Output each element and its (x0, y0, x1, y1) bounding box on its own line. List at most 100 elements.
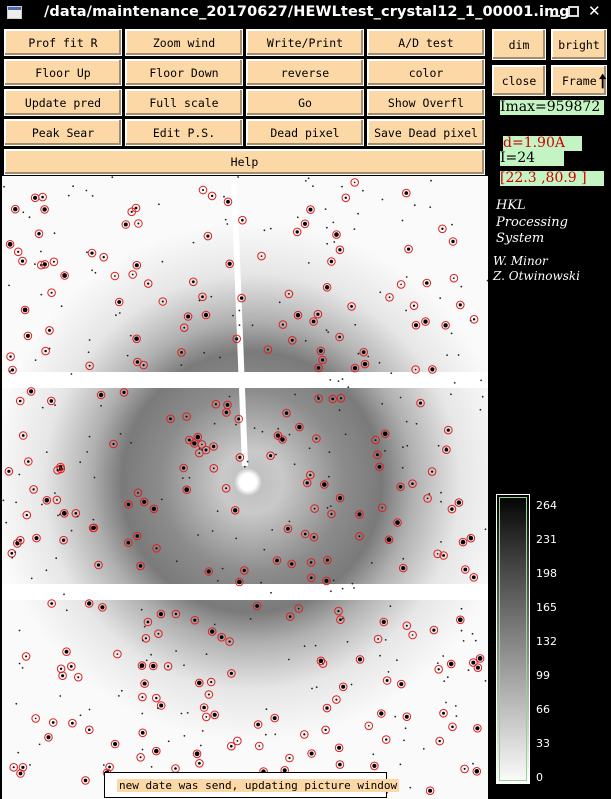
frame-label: Frame (562, 73, 597, 88)
unindexed-spot (406, 444, 409, 447)
unindexed-spot (341, 378, 344, 380)
unindexed-spot (130, 441, 133, 444)
unindexed-spot (180, 712, 183, 715)
unindexed-spot (70, 373, 73, 375)
unindexed-spot (387, 671, 390, 673)
maximize-icon[interactable] (568, 6, 579, 17)
unindexed-spot (378, 361, 381, 364)
unindexed-spot (457, 354, 460, 356)
unindexed-spot (129, 334, 132, 337)
unindexed-spot (91, 269, 93, 272)
minimize-icon[interactable] (550, 9, 560, 17)
unindexed-spot (22, 211, 25, 214)
unindexed-spot (199, 744, 202, 747)
bright-button[interactable]: bright (551, 29, 607, 60)
update-pred-button[interactable]: Update pred (4, 89, 122, 116)
unindexed-spot (157, 707, 159, 710)
unindexed-spot (53, 232, 56, 235)
unindexed-spot (183, 735, 186, 737)
close-button[interactable]: close (492, 65, 546, 96)
edit-ps-button[interactable]: Edit P.S. (125, 119, 243, 146)
floor-down-button[interactable]: Floor Down (125, 59, 243, 86)
color-button[interactable]: color (367, 59, 485, 86)
colorbar-tick-label: 99 (536, 669, 550, 682)
unindexed-spot (428, 493, 431, 495)
unindexed-spot (238, 324, 241, 327)
unindexed-spot (462, 640, 465, 642)
peak-sear-button[interactable]: Peak Sear (4, 119, 122, 146)
unindexed-spot (18, 473, 21, 476)
unindexed-spot (467, 669, 470, 672)
unindexed-spot (403, 739, 405, 742)
frame-button[interactable]: Frame (551, 65, 607, 96)
unindexed-spot (263, 229, 266, 232)
author-1: W. Minor (493, 254, 548, 268)
app-icon[interactable] (7, 6, 22, 19)
close-icon[interactable]: ✕ (588, 2, 601, 20)
unindexed-spot (326, 226, 328, 229)
unindexed-spot (45, 451, 48, 453)
author-2: Z. Otwinowski (493, 269, 581, 283)
unindexed-spot (440, 500, 442, 503)
unindexed-spot (288, 433, 291, 436)
unindexed-spot (235, 423, 237, 426)
dead-pixel-button[interactable]: Dead pixel (246, 119, 364, 146)
unindexed-spot (59, 695, 62, 697)
unindexed-spot (85, 189, 88, 192)
unindexed-spot (8, 284, 10, 287)
unindexed-spot (429, 206, 432, 208)
diffraction-image[interactable] (2, 176, 488, 799)
unindexed-spot (88, 339, 91, 341)
unindexed-spot (353, 228, 356, 230)
prof-fit-button[interactable]: Prof fit R (4, 29, 122, 56)
unindexed-spot (188, 476, 191, 479)
unindexed-spot (481, 395, 484, 398)
unindexed-spot (304, 339, 307, 342)
unindexed-spot (468, 535, 471, 538)
dim-button[interactable]: dim (492, 29, 546, 60)
floor-up-button[interactable]: Floor Up (4, 59, 122, 86)
save-dead-pixel-button[interactable]: Save Dead pixel (367, 119, 485, 146)
unindexed-spot (260, 581, 262, 584)
unindexed-spot (160, 498, 163, 501)
unindexed-spot (413, 204, 416, 207)
unindexed-spot (150, 653, 153, 656)
unindexed-spot (479, 408, 482, 411)
colorbar-tick-label: 66 (536, 703, 550, 716)
help-button[interactable]: Help (4, 149, 485, 175)
unindexed-spot (296, 216, 299, 219)
unindexed-spot (145, 659, 148, 662)
unindexed-spot (86, 251, 88, 254)
unindexed-spot (210, 295, 213, 298)
unindexed-spot (221, 567, 224, 570)
unindexed-spot (201, 449, 204, 451)
unindexed-spot (79, 714, 82, 717)
write-print-button[interactable]: Write/Print (246, 29, 364, 56)
diffraction-pattern[interactable] (2, 176, 488, 799)
unindexed-spot (484, 680, 487, 682)
unindexed-spot (379, 654, 381, 657)
unindexed-spot (92, 518, 95, 521)
unindexed-spot (263, 548, 266, 551)
go-button[interactable]: Go (246, 89, 364, 116)
unindexed-spot (351, 582, 354, 585)
ad-test-button[interactable]: A/D test (367, 29, 485, 56)
unindexed-spot (314, 644, 317, 647)
colorbar-tick-label: 264 (536, 499, 557, 512)
unindexed-spot (58, 513, 61, 516)
unindexed-spot (436, 662, 439, 664)
zoom-wind-button[interactable]: Zoom wind (125, 29, 243, 56)
show-overfl-button[interactable]: Show Overfl (367, 89, 485, 116)
unindexed-spot (353, 587, 355, 589)
unindexed-spot (439, 297, 442, 299)
window-title: /data/maintenance_20170627/HEWLtest_crys… (44, 4, 570, 20)
unindexed-spot (327, 331, 330, 333)
unindexed-spot (201, 730, 204, 732)
unindexed-spot (143, 625, 146, 628)
unindexed-spot (469, 319, 472, 322)
full-scale-button[interactable]: Full scale (125, 89, 243, 116)
unindexed-spot (63, 593, 65, 596)
reverse-button[interactable]: reverse (246, 59, 364, 86)
unindexed-spot (65, 609, 68, 612)
unindexed-spot (15, 702, 18, 705)
